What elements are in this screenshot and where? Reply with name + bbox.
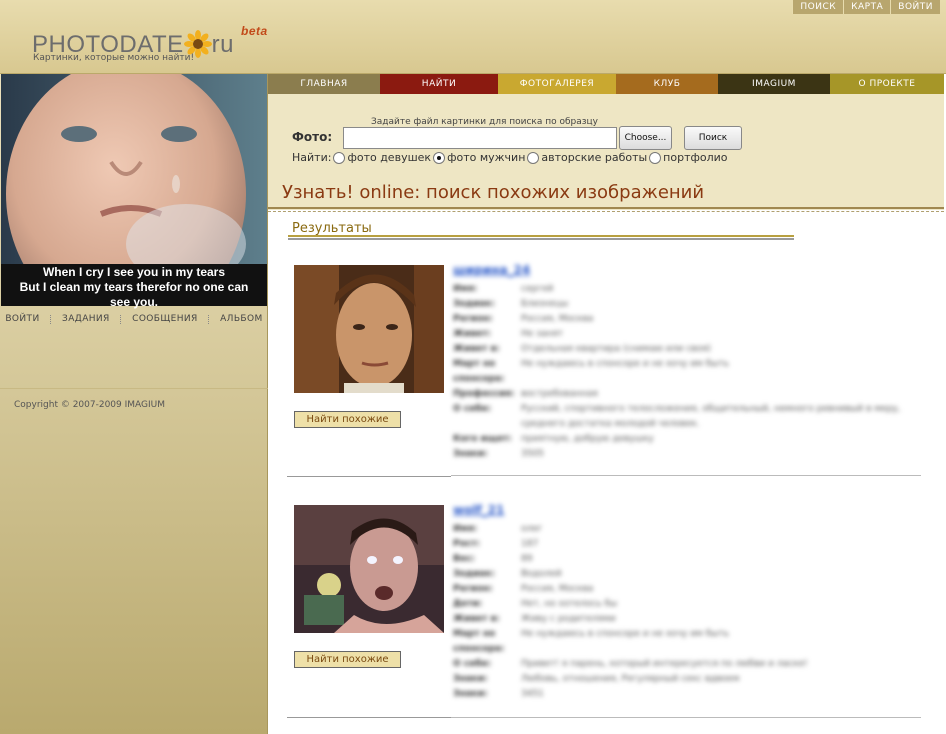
radio-dot[interactable]	[527, 151, 540, 164]
nav-tab-about[interactable]: О ПРОЕКТЕ	[830, 74, 944, 94]
site-header: PHOTODATE ru beta Картинки, которые можн…	[0, 0, 946, 74]
radio-dot-selected[interactable]	[433, 151, 446, 164]
upload-hint: Задайте файл картинки для поиска по обра…	[371, 117, 598, 127]
radio-men[interactable]: фото мужчин	[433, 151, 525, 164]
profile-field: Дети: Нет, но хотелось бы	[453, 599, 618, 609]
profile-field: Профессия: востребованная	[453, 389, 598, 399]
left-nav: ВОЙТИ ЗАДАНИЯ СООБЩЕНИЯ АЛЬБОМ	[0, 310, 268, 328]
radio-label: фото мужчин	[447, 151, 526, 164]
result-nick-link[interactable]: ширина_24	[453, 263, 530, 277]
top-links: ПОИСК КАРТА ВОЙТИ	[792, 0, 940, 14]
copyright: Copyright © 2007-2009 IMAGIUM	[14, 400, 166, 410]
find-label: Найти:	[292, 151, 332, 164]
radio-label: фото девушек	[347, 151, 432, 164]
radio-label: портфолио	[663, 151, 728, 164]
top-link-login[interactable]: ВОЙТИ	[890, 0, 940, 14]
divider	[287, 717, 451, 718]
profile-field: О себе: Привет! я парень, который интерес…	[453, 659, 808, 669]
profile-field: Рост: 187	[453, 539, 539, 549]
result-nick-link[interactable]: wolf_21	[453, 503, 504, 517]
nav-tab-find[interactable]: НАЙТИ	[380, 74, 498, 94]
result-card: Найти похожие ширина_24 Имя: сергей Зодиа…	[287, 263, 921, 483]
beta-badge: beta	[241, 24, 268, 38]
top-link-map[interactable]: КАРТА	[843, 0, 891, 14]
profile-field: Вес: 89	[453, 554, 533, 564]
left-nav-messages[interactable]: СООБЩЕНИЯ	[132, 314, 198, 324]
main-nav: ГЛАВНАЯ НАЙТИ ФОТОГАЛЕРЕЯ КЛУБ IMAGIUM О…	[268, 74, 944, 94]
profile-field: Знаки: 3505	[453, 449, 544, 459]
divider	[288, 235, 794, 240]
radio-portfolio[interactable]: портфолио	[649, 151, 728, 164]
profile-field: Имя: олег	[453, 524, 543, 534]
profile-field: Живет: Не занят	[453, 329, 564, 339]
result-photo[interactable]	[294, 265, 444, 393]
profile-field: Знаки: 3451	[453, 689, 544, 699]
choose-file-button[interactable]: Choose...	[619, 126, 672, 150]
page-title: Узнать! online: поиск похожих изображени…	[282, 182, 705, 203]
search-button[interactable]: Поиск	[684, 126, 742, 150]
profile-field: Знаки: Любовь, отношения, Регулярный секс…	[453, 674, 740, 684]
divider	[50, 314, 52, 324]
profile-field: Март но спонсора: Не нуждаюсь в спонсоре …	[453, 629, 729, 654]
caption-line: see you.	[109, 295, 159, 309]
profile-field: Кого ищет: приятную, добрую девушку	[453, 434, 654, 444]
radio-dot[interactable]	[333, 151, 346, 164]
nav-tab-imagium[interactable]: IMAGIUM	[718, 74, 830, 94]
left-nav-tasks[interactable]: ЗАДАНИЯ	[62, 314, 110, 324]
divider	[268, 207, 944, 212]
caption-line: When I cry I see you in my tears	[42, 265, 226, 279]
radio-girls[interactable]: фото девушек	[333, 151, 431, 164]
search-type-row: Найти: фото девушек фото мужчин авторски…	[292, 151, 730, 164]
profile-field: Март но спонсора: Не нуждаюсь в спонсоре …	[453, 359, 729, 384]
divider	[0, 388, 268, 389]
profile-field: Живет в: Живу с родителями	[453, 614, 616, 624]
left-sidebar: When I cry I see you in my tears But I c…	[0, 74, 268, 734]
top-link-search[interactable]: ПОИСК	[792, 0, 844, 14]
divider	[287, 476, 451, 477]
divider	[451, 475, 921, 476]
profile-field: Имя: сергей	[453, 284, 554, 294]
left-nav-login[interactable]: ВОЙТИ	[5, 314, 39, 324]
result-photo[interactable]	[294, 505, 444, 633]
profile-field: Регион: Россия, Москва	[453, 584, 594, 594]
image-caption: When I cry I see you in my tears But I c…	[1, 264, 267, 309]
profile-field: Регион: Россия, Москва	[453, 314, 594, 324]
radio-author-works[interactable]: авторские работы	[527, 151, 647, 164]
results-heading: Результаты	[292, 221, 372, 236]
profile-fields: Имя: олег Рост: 187 Вес: 89 Зодиак: Водолей …	[453, 522, 913, 702]
radio-label: авторские работы	[541, 151, 648, 164]
profile-field: Живет в: Отдельная квартира (снимаю или с…	[453, 344, 711, 354]
profile-field: О себе: Русский, спортивного телосложения…	[453, 404, 901, 429]
tagline: Картинки, которые можно найти!	[33, 53, 195, 63]
nav-tab-home[interactable]: ГЛАВНАЯ	[268, 74, 380, 94]
profile-field: Зодиак: Водолей	[453, 569, 562, 579]
divider	[208, 314, 210, 324]
divider	[120, 314, 122, 324]
photo-label: Фото:	[292, 130, 333, 144]
caption-line: But I clean my tears therefor no one can	[19, 280, 249, 294]
profile-fields: Имя: сергей Зодиак: Близнецы Регион: Россия…	[453, 282, 913, 462]
find-similar-button[interactable]: Найти похожие	[294, 651, 401, 668]
radio-dot[interactable]	[649, 151, 662, 164]
profile-field: Зодиак: Близнецы	[453, 299, 569, 309]
logo-suffix: ru	[211, 31, 234, 58]
find-similar-button[interactable]: Найти похожие	[294, 411, 401, 428]
nav-tab-club[interactable]: КЛУБ	[616, 74, 718, 94]
left-nav-album[interactable]: АЛЬБОМ	[220, 314, 263, 324]
divider	[451, 717, 921, 718]
result-card: Найти похожие wolf_21 Имя: олег Рост: 187 …	[287, 503, 921, 723]
nav-tab-gallery[interactable]: ФОТОГАЛЕРЕЯ	[498, 74, 616, 94]
file-path-input[interactable]	[343, 127, 617, 149]
